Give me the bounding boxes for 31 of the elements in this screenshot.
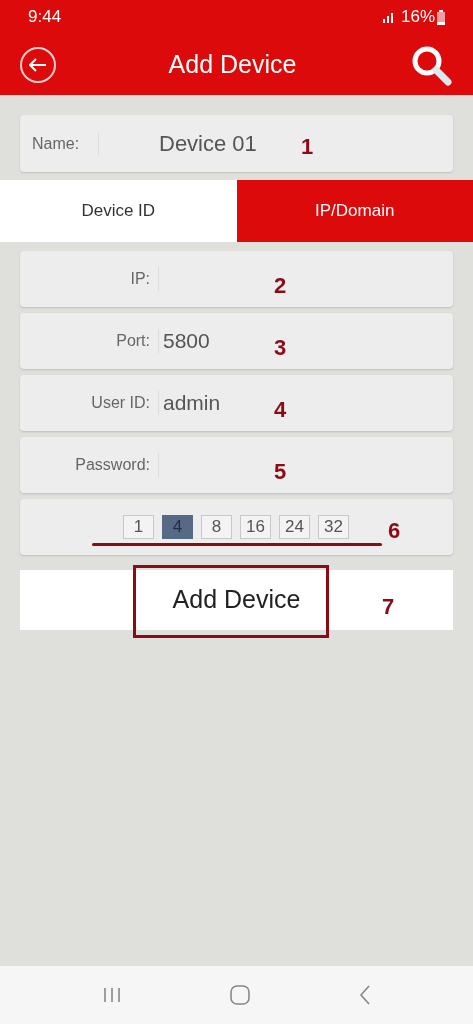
battery-percent: 16% xyxy=(400,6,435,29)
field-label: Password: xyxy=(74,455,151,475)
text-field[interactable]: Device 01 xyxy=(99,115,289,172)
page-title: Add Device xyxy=(167,48,298,80)
channel-option[interactable]: 32 xyxy=(318,515,349,539)
annotation-number: 1 xyxy=(301,133,314,161)
annotation-number: 5 xyxy=(274,458,287,486)
field-label: IP: xyxy=(129,269,151,289)
home-icon[interactable] xyxy=(230,985,251,1005)
annotation-number: 2 xyxy=(274,272,287,300)
annotation-number: 3 xyxy=(274,334,287,362)
channel-option[interactable]: 8 xyxy=(201,515,232,539)
back-button[interactable] xyxy=(20,46,56,83)
tab[interactable]: Device ID xyxy=(0,180,237,242)
recent-apps-icon[interactable] xyxy=(102,987,123,1003)
annotation-number: 7 xyxy=(382,593,395,621)
field-label: Port: xyxy=(115,331,151,351)
field-label: Name: xyxy=(31,133,81,154)
field-label: User ID: xyxy=(90,393,151,413)
channel-option[interactable]: 16 xyxy=(240,515,271,539)
back-icon[interactable] xyxy=(358,985,371,1005)
back-arrow-icon xyxy=(29,57,47,72)
text-field[interactable]: 5800 xyxy=(163,313,258,369)
annotation-number: 4 xyxy=(274,396,287,424)
channel-option[interactable]: 1 xyxy=(123,515,154,539)
tab[interactable]: IP/Domain xyxy=(236,180,473,242)
status-time: 9:44 xyxy=(28,6,62,29)
annotation-number: 6 xyxy=(388,517,401,545)
battery-icon xyxy=(437,9,445,25)
text-field[interactable]: admin xyxy=(163,375,258,431)
channel-option[interactable]: 24 xyxy=(279,515,310,539)
